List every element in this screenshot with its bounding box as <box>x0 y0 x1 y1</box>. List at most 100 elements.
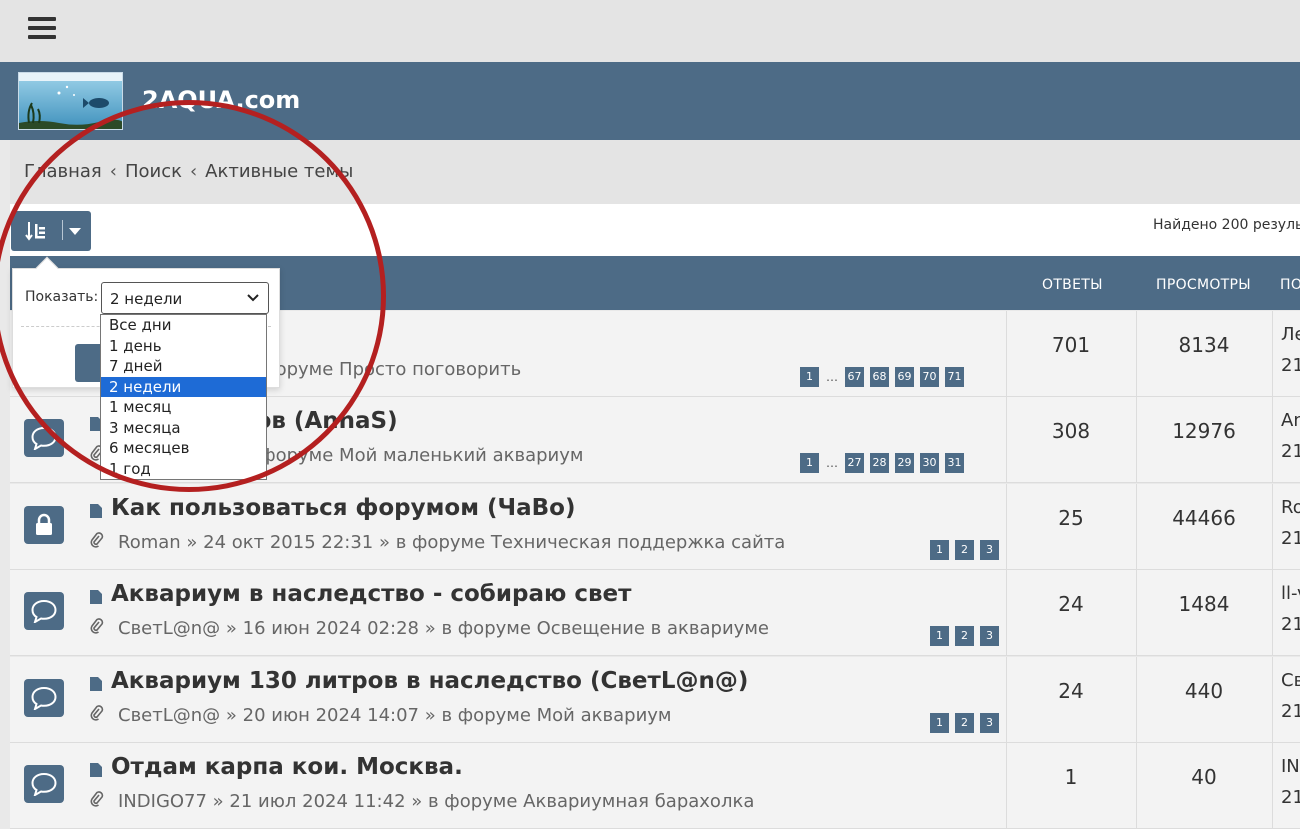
topic-pagination: 1 … 27 28 29 30 31 <box>800 453 964 473</box>
page-link[interactable]: 3 <box>980 626 999 646</box>
page-link[interactable]: 68 <box>870 367 889 387</box>
period-option[interactable]: 3 месяца <box>101 418 266 439</box>
site-logo[interactable] <box>18 72 123 130</box>
document-icon <box>90 676 102 691</box>
topic-meta: Roman » 24 окт 2015 22:31 » в форуме Тех… <box>90 532 785 553</box>
attachment-icon <box>90 705 104 726</box>
last-post-author[interactable]: ll-v <box>1281 583 1300 604</box>
page-link[interactable]: 27 <box>845 453 864 473</box>
table-row: Как пользоваться форумом (ЧаВо) Roman » … <box>10 484 1300 570</box>
menu-icon[interactable] <box>28 17 56 39</box>
topic-replies: 1 <box>1064 765 1078 789</box>
page-link[interactable]: 3 <box>980 540 999 560</box>
last-post-date: 21 <box>1281 701 1300 722</box>
page-link[interactable]: 1 <box>800 367 819 387</box>
page-link[interactable]: 71 <box>945 367 964 387</box>
topic-views: 44466 <box>1172 506 1236 530</box>
attachment-icon <box>90 791 104 812</box>
page-link[interactable]: 3 <box>980 713 999 733</box>
topic-pagination: 123 <box>930 713 999 733</box>
breadcrumb-separator: ‹ <box>109 161 117 182</box>
page-link[interactable]: 29 <box>895 453 914 473</box>
topic-views: 440 <box>1184 679 1224 703</box>
topic-title[interactable]: Отдам карпа кои. Москва. <box>111 754 463 780</box>
col-views[interactable]: ПРОСМОТРЫ <box>1156 277 1251 293</box>
page-link[interactable]: 2 <box>955 626 974 646</box>
page-link[interactable]: 1 <box>930 626 949 646</box>
period-option[interactable]: 1 год <box>101 459 266 480</box>
topic-replies: 308 <box>1051 419 1091 443</box>
last-post-date: 21 <box>1281 614 1300 635</box>
top-bar <box>0 0 1300 62</box>
document-icon <box>90 589 102 604</box>
table-row: Отдам карпа кои. Москва. INDIGO77 » 21 и… <box>10 743 1300 829</box>
toolbar: Найдено 200 результ <box>10 204 1300 256</box>
period-option[interactable]: 6 месяцев <box>101 438 266 459</box>
breadcrumb-active-topics[interactable]: Активные темы <box>205 161 353 182</box>
period-option[interactable]: 7 дней <box>101 356 266 377</box>
page-link[interactable]: 2 <box>955 540 974 560</box>
topic-meta: INDIGO77 » 21 июл 2024 11:42 » в форуме … <box>90 791 754 812</box>
last-post-author[interactable]: Св <box>1281 670 1300 691</box>
page-link[interactable]: 1 <box>930 540 949 560</box>
site-header: 2AQUA.com <box>0 62 1300 140</box>
last-post-author[interactable]: Ле <box>1281 324 1300 345</box>
topic-views: 1484 <box>1178 592 1230 616</box>
topic-views: 12976 <box>1172 419 1236 443</box>
topic-pagination: 123 <box>930 626 999 646</box>
last-post-date: 21 <box>1281 528 1300 549</box>
page-link[interactable]: 1 <box>800 453 819 473</box>
page-link[interactable]: 69 <box>895 367 914 387</box>
site-name[interactable]: 2AQUA.com <box>142 86 300 114</box>
page-link[interactable]: 31 <box>945 453 964 473</box>
breadcrumb-home[interactable]: Главная <box>24 161 102 182</box>
topic-status-chat-icon[interactable] <box>24 765 64 803</box>
page-ellipsis: … <box>826 370 838 384</box>
topic-status-chat-icon[interactable] <box>24 679 64 717</box>
page-link[interactable]: 1 <box>930 713 949 733</box>
page-link[interactable]: 28 <box>870 453 889 473</box>
topic-title[interactable]: Как пользоваться форумом (ЧаВо) <box>111 495 576 521</box>
last-post-author[interactable]: Ro <box>1281 497 1300 518</box>
col-last-post[interactable]: ПО <box>1280 277 1300 293</box>
topic-pagination: 123 <box>930 540 999 560</box>
page-link[interactable]: 30 <box>920 453 939 473</box>
period-select[interactable]: 2 недели <box>101 282 269 314</box>
topic-views: 8134 <box>1178 333 1230 357</box>
topic-replies: 701 <box>1051 333 1091 357</box>
topic-status-chat-icon[interactable] <box>24 592 64 630</box>
document-icon <box>90 762 102 777</box>
topic-title[interactable]: Аквариум в наследство - собираю свет <box>111 581 631 607</box>
breadcrumb-separator: ‹ <box>189 161 198 182</box>
page-ellipsis: … <box>826 456 838 470</box>
period-select-value: 2 недели <box>110 290 183 308</box>
page-link[interactable]: 70 <box>920 367 939 387</box>
period-option[interactable]: Все дни <box>101 315 266 336</box>
last-post-date: 21 <box>1281 355 1300 376</box>
col-replies[interactable]: ОТВЕТЫ <box>1042 277 1103 293</box>
document-icon <box>90 503 102 518</box>
sort-filter-button[interactable] <box>11 211 91 251</box>
caret-down-icon <box>69 228 81 235</box>
breadcrumb: Главная ‹ Поиск ‹ Активные темы <box>10 140 1300 204</box>
page-link[interactable]: 2 <box>955 713 974 733</box>
page-link[interactable]: 67 <box>845 367 864 387</box>
filter-label: Показать: <box>25 289 99 305</box>
attachment-icon <box>90 532 104 553</box>
breadcrumb-search[interactable]: Поиск <box>125 161 182 182</box>
period-options-list: Все дни 1 день 7 дней 2 недели 1 месяц 3… <box>100 314 267 480</box>
attachment-icon <box>90 618 104 639</box>
last-post-author[interactable]: An <box>1281 410 1300 431</box>
topic-replies: 25 <box>1058 506 1084 530</box>
period-option[interactable]: 1 день <box>101 336 266 357</box>
last-post-author[interactable]: IN <box>1281 756 1300 777</box>
topic-status-lock-icon[interactable] <box>24 506 64 544</box>
results-count: Найдено 200 результ <box>1153 217 1300 233</box>
topic-replies: 24 <box>1058 679 1084 703</box>
topic-title[interactable]: Аквариум 130 литров в наследство (СветL@… <box>111 668 748 694</box>
topic-views: 40 <box>1191 765 1217 789</box>
chevron-down-icon <box>247 294 259 302</box>
period-option-selected[interactable]: 2 недели <box>101 376 266 397</box>
period-option[interactable]: 1 месяц <box>101 397 266 418</box>
topic-status-chat-icon[interactable] <box>24 419 64 457</box>
